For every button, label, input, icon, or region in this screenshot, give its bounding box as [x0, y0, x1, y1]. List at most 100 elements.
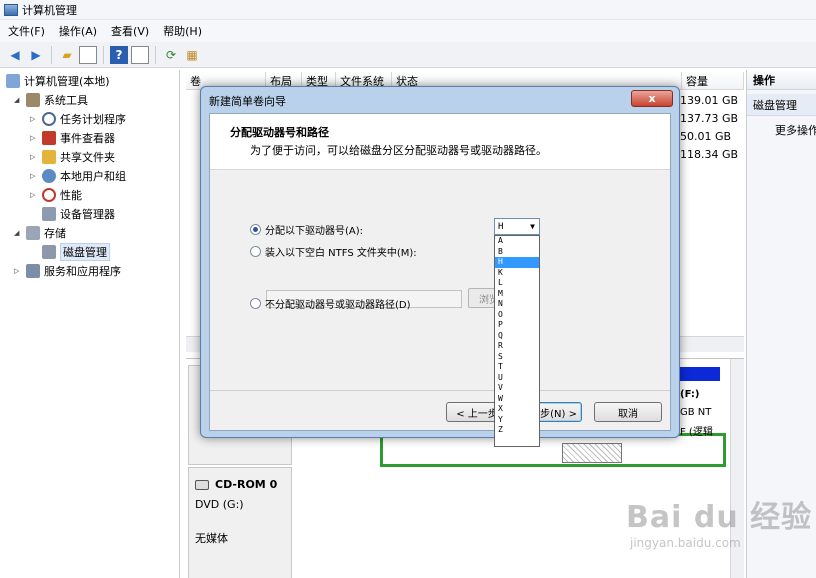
dropdown-option[interactable]: Z	[495, 425, 539, 436]
radio-empty-icon[interactable]	[250, 298, 261, 309]
tree-item-storage[interactable]: ◢ 存储	[14, 224, 66, 242]
tree-item-event-viewer[interactable]: ▷ 事件查看器	[30, 129, 115, 147]
partition-size: GB NT	[680, 407, 712, 418]
dropdown-option[interactable]: A	[495, 236, 539, 247]
expanded-triangle-icon[interactable]: ◢	[14, 229, 22, 237]
expanded-triangle-icon[interactable]: ◢	[14, 96, 22, 104]
baidu-watermark: Bai du 经验 jingyan.baidu.com	[626, 492, 812, 550]
partition-selected[interactable]	[380, 433, 726, 467]
column-header[interactable]: 容量	[682, 72, 744, 90]
dropdown-option[interactable]: V	[495, 383, 539, 394]
dropdown-option[interactable]: L	[495, 278, 539, 289]
dialog-subheading: 为了便于访问，可以给磁盘分区分配驱动器号或驱动器路径。	[250, 144, 547, 157]
dropdown-option[interactable]: N	[495, 299, 539, 310]
tree-item-label: 磁盘管理	[60, 243, 110, 261]
window-title: 计算机管理	[22, 3, 77, 17]
tree-item-device-manager[interactable]: 设备管理器	[42, 205, 115, 223]
dropdown-option[interactable]: Q	[495, 331, 539, 342]
menu-file[interactable]: 文件(F)	[8, 23, 45, 39]
collapsed-triangle-icon[interactable]: ▷	[30, 172, 38, 180]
close-button[interactable]: x	[631, 90, 673, 107]
partition-status: F (逻辑	[680, 427, 713, 438]
watermark-brand: Bai du 经验	[626, 500, 813, 535]
help-icon[interactable]: ?	[110, 45, 128, 64]
toolbar-separator	[103, 45, 104, 64]
properties-icon[interactable]	[131, 45, 149, 64]
dropdown-option[interactable]: K	[495, 268, 539, 279]
forward-arrow-icon[interactable]: ▶	[27, 46, 45, 64]
dialog-header: 分配驱动器号和路径 为了便于访问，可以给磁盘分区分配驱动器号或驱动器路径。	[210, 114, 670, 170]
title-bar: 计算机管理	[0, 0, 816, 20]
toolbar-separator	[51, 45, 52, 64]
tree-item-label: 设备管理器	[60, 208, 115, 221]
tree-item-shared-folders[interactable]: ▷ 共享文件夹	[30, 148, 115, 166]
tree-item-system-tools[interactable]: ◢ 系统工具	[14, 91, 88, 109]
dialog-title: 新建简单卷向导	[209, 95, 286, 108]
toolbar: ◀ ▶ ▰ ? ⟳ ▦	[0, 42, 816, 68]
radio-mount-folder[interactable]: 装入以下空白 NTFS 文件夹中(M):	[250, 244, 417, 259]
dropdown-option[interactable]: X	[495, 404, 539, 415]
collapsed-triangle-icon[interactable]: ▷	[14, 267, 22, 275]
cdrom-icon	[195, 479, 209, 490]
menu-view[interactable]: 查看(V)	[111, 23, 149, 39]
capacity-value: 118.34 GB	[680, 148, 739, 161]
unallocated-space[interactable]	[562, 443, 622, 463]
cdrom-label: CD-ROM 0 DVD (G:) 无媒体	[188, 467, 292, 578]
dropdown-option[interactable]: R	[495, 341, 539, 352]
tree-item-label: 存储	[44, 227, 66, 240]
dialog-separator	[210, 390, 670, 391]
computer-icon	[6, 74, 20, 88]
dropdown-option[interactable]: T	[495, 362, 539, 373]
menu-action[interactable]: 操作(A)	[59, 23, 97, 39]
cancel-button[interactable]: 取消	[594, 402, 662, 422]
drive-letter-dropdown[interactable]: ABHKLMNOPQRSTUVWXYZ	[494, 235, 540, 447]
radio-label: 分配以下驱动器号(A):	[265, 226, 364, 237]
drive-letter-value: H	[498, 221, 504, 232]
tree-item-label: 共享文件夹	[60, 151, 115, 164]
dropdown-option[interactable]: Y	[495, 415, 539, 426]
actions-selected[interactable]: 磁盘管理	[747, 94, 816, 116]
dropdown-option[interactable]: P	[495, 320, 539, 331]
more-actions-link[interactable]: 更多操作	[747, 116, 816, 138]
back-arrow-icon[interactable]: ◀	[6, 46, 24, 64]
collapsed-triangle-icon[interactable]: ▷	[30, 115, 38, 123]
collapsed-triangle-icon[interactable]: ▷	[30, 153, 38, 161]
tree-item-performance[interactable]: ▷ 性能	[30, 186, 82, 204]
drive-letter-select[interactable]: H ▼	[494, 218, 540, 235]
dropdown-option[interactable]: S	[495, 352, 539, 363]
collapsed-triangle-icon[interactable]: ▷	[30, 134, 38, 142]
dropdown-arrow-icon[interactable]: ▼	[530, 222, 535, 231]
tree-item-label: 本地用户和组	[60, 170, 126, 183]
tree-item-services-apps[interactable]: ▷ 服务和应用程序	[14, 262, 121, 280]
radio-empty-icon[interactable]	[250, 246, 261, 257]
computer-management-icon	[4, 3, 18, 16]
show-tree-icon[interactable]	[79, 45, 97, 64]
navigation-tree: 计算机管理(本地) ◢ 系统工具 ▷ 任务计划程序 ▷ 事件查看器 ▷ 共享文件…	[0, 70, 180, 578]
capacity-value: 139.01 GB	[680, 94, 739, 107]
up-folder-icon[interactable]: ▰	[58, 46, 76, 64]
dropdown-option[interactable]: U	[495, 373, 539, 384]
dropdown-option[interactable]: M	[495, 289, 539, 300]
menu-bar: 文件(F) 操作(A) 查看(V) 帮助(H)	[0, 20, 816, 42]
tree-item-task-scheduler[interactable]: ▷ 任务计划程序	[30, 110, 126, 128]
tree-item-disk-management[interactable]: 磁盘管理	[42, 243, 110, 261]
dropdown-option[interactable]: H	[495, 257, 539, 268]
disk-management-icon	[42, 245, 56, 259]
tree-item-label: 系统工具	[44, 94, 88, 107]
radio-selected-icon[interactable]	[250, 224, 261, 235]
tree-item-label: 计算机管理(本地)	[24, 75, 110, 88]
export-icon[interactable]: ▦	[183, 46, 201, 64]
dropdown-option[interactable]: B	[495, 247, 539, 258]
dropdown-option[interactable]: W	[495, 394, 539, 405]
collapsed-triangle-icon[interactable]: ▷	[30, 191, 38, 199]
menu-help[interactable]: 帮助(H)	[163, 23, 202, 39]
device-manager-icon	[42, 207, 56, 221]
tree-item-local-users[interactable]: ▷ 本地用户和组	[30, 167, 126, 185]
radio-assign-letter[interactable]: 分配以下驱动器号(A):	[250, 222, 363, 237]
radio-no-letter[interactable]: 不分配驱动器号或驱动器路径(D)	[250, 296, 411, 311]
refresh-icon[interactable]: ⟳	[162, 46, 180, 64]
actions-header: 操作	[747, 70, 816, 90]
dropdown-option[interactable]: O	[495, 310, 539, 321]
dialog-heading: 分配驱动器号和路径	[230, 126, 329, 139]
tree-item-root[interactable]: 计算机管理(本地)	[6, 72, 110, 90]
